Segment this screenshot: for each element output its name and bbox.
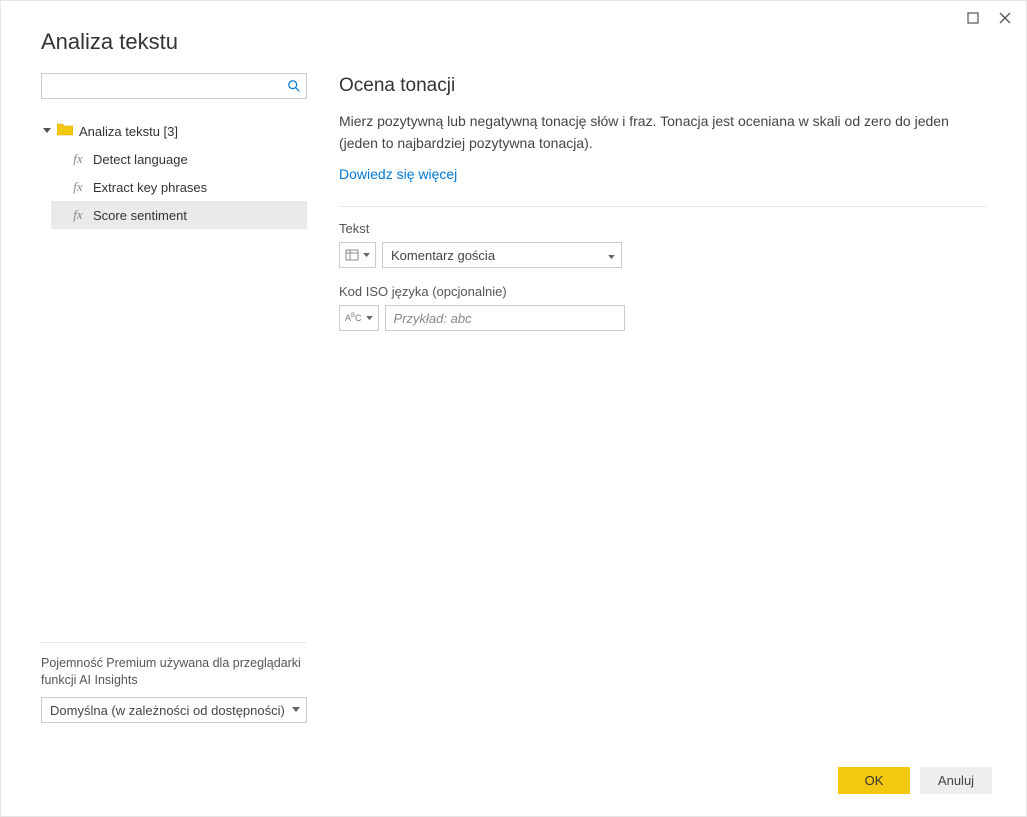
learn-more-link[interactable]: Dowiedz się więcej — [339, 166, 457, 182]
tree-root[interactable]: Analiza tekstu [3] — [41, 119, 307, 143]
abc-icon: ABC — [345, 313, 362, 323]
text-column-value: Komentarz gościa — [391, 248, 495, 263]
tree-item-label: Extract key phrases — [93, 180, 207, 195]
dialog-title: Analiza tekstu — [41, 29, 986, 55]
function-tree: Analiza tekstu [3] fx Detect language fx… — [41, 119, 307, 642]
capacity-dropdown-value: Domyślna (w zależności od dostępności) — [50, 703, 285, 718]
window-controls — [952, 1, 1026, 35]
tree-item-score-sentiment[interactable]: fx Score sentiment — [51, 201, 307, 229]
fx-icon: fx — [71, 207, 85, 223]
capacity-label: Pojemność Premium używana dla przeglądar… — [41, 655, 307, 689]
field-iso-label: Kod ISO języka (opcjonalnie) — [339, 284, 986, 299]
function-description: Mierz pozytywną lub negatywną tonację sł… — [339, 111, 959, 154]
tree-item-extract-key-phrases[interactable]: fx Extract key phrases — [51, 173, 307, 201]
chevron-down-icon — [43, 126, 51, 137]
chevron-down-icon — [608, 248, 615, 263]
divider — [339, 206, 986, 207]
dialog-footer: OK Anuluj — [1, 751, 1026, 816]
search-input[interactable] — [42, 74, 282, 98]
close-icon[interactable] — [998, 11, 1012, 25]
tree-root-label: Analiza tekstu [3] — [79, 124, 178, 139]
tree-item-detect-language[interactable]: fx Detect language — [51, 145, 307, 173]
capacity-dropdown[interactable]: Domyślna (w zależności od dostępności) — [41, 697, 307, 723]
function-heading: Ocena tonacji — [339, 75, 986, 97]
field-text: Tekst Komentarz gościa — [339, 221, 986, 268]
folder-icon — [57, 123, 73, 139]
chevron-down-icon — [292, 705, 300, 715]
tree-item-label: Detect language — [93, 152, 188, 167]
field-text-label: Tekst — [339, 221, 986, 236]
fx-icon: fx — [71, 151, 85, 167]
ok-button-label: OK — [865, 773, 884, 788]
search-icon[interactable] — [282, 79, 306, 93]
maximize-icon[interactable] — [966, 11, 980, 25]
chevron-down-icon — [366, 316, 373, 321]
chevron-down-icon — [363, 253, 370, 258]
text-column-dropdown[interactable]: Komentarz gościa — [382, 242, 622, 268]
iso-input[interactable] — [385, 305, 625, 331]
cancel-button[interactable]: Anuluj — [920, 767, 992, 794]
iso-type-dropdown[interactable]: ABC — [339, 305, 379, 331]
fx-icon: fx — [71, 179, 85, 195]
column-icon — [345, 248, 359, 262]
tree-item-label: Score sentiment — [93, 208, 187, 223]
search-input-wrapper[interactable] — [41, 73, 307, 99]
left-panel: Analiza tekstu [3] fx Detect language fx… — [41, 73, 331, 723]
ok-button[interactable]: OK — [838, 767, 910, 794]
details-panel: Ocena tonacji Mierz pozytywną lub negaty… — [331, 73, 986, 723]
text-type-dropdown[interactable] — [339, 242, 376, 268]
capacity-section: Pojemność Premium używana dla przeglądar… — [41, 642, 307, 723]
dialog-header: Analiza tekstu — [1, 1, 1026, 63]
cancel-button-label: Anuluj — [938, 773, 974, 788]
field-iso: Kod ISO języka (opcjonalnie) ABC — [339, 284, 986, 331]
